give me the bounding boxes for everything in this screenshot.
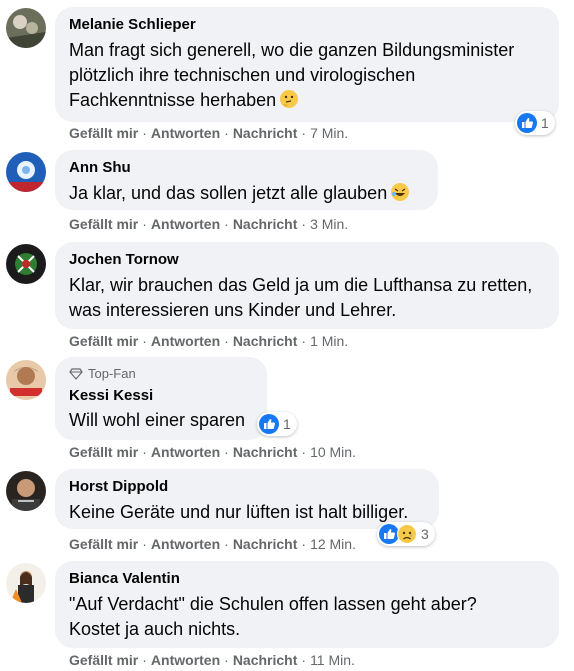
comment-author[interactable]: Melanie Schlieper bbox=[69, 15, 545, 35]
comment-author[interactable]: Horst Dippold bbox=[69, 477, 425, 497]
reply-button[interactable]: Antworten bbox=[151, 444, 220, 460]
comment-actions: Gefällt mir · Antworten · Nachricht · 7 Min. bbox=[69, 125, 349, 141]
comment-bubble: Jochen Tornow Klar, wir brauchen das Gel… bbox=[55, 242, 559, 329]
timestamp[interactable]: 12 Min. bbox=[310, 536, 356, 552]
comment-author[interactable]: Ann Shu bbox=[69, 158, 424, 178]
comment-author[interactable]: Jochen Tornow bbox=[69, 250, 545, 270]
top-fan-badge: Top-Fan bbox=[69, 366, 253, 382]
diamond-icon bbox=[69, 368, 83, 380]
comment-bubble: Melanie Schlieper Man fragt sich generel… bbox=[55, 7, 559, 122]
avatar[interactable] bbox=[6, 360, 46, 400]
comment-actions: Gefällt mir · Antworten · Nachricht · 10 Min. bbox=[69, 444, 356, 460]
comment-author[interactable]: Bianca Valentin bbox=[69, 569, 545, 589]
like-icon bbox=[259, 414, 279, 434]
avatar[interactable] bbox=[6, 152, 46, 192]
message-button[interactable]: Nachricht bbox=[233, 216, 298, 232]
comment-actions: Gefällt mir · Antworten · Nachricht · 3 Min. bbox=[69, 216, 349, 232]
comment-text: "Auf Verdacht" die Schulen offen lassen … bbox=[69, 594, 477, 639]
like-button[interactable]: Gefällt mir bbox=[69, 444, 138, 460]
avatar[interactable] bbox=[6, 563, 46, 603]
like-button[interactable]: Gefällt mir bbox=[69, 125, 138, 141]
like-icon bbox=[379, 524, 399, 544]
timestamp[interactable]: 7 Min. bbox=[310, 125, 348, 141]
thinking-face-icon bbox=[280, 90, 299, 108]
message-button[interactable]: Nachricht bbox=[233, 536, 298, 552]
comment-text: Will wohl einer sparen bbox=[69, 410, 246, 430]
comment-text: Klar, wir brauchen das Geld ja um die Lu… bbox=[69, 275, 533, 320]
reaction-summary[interactable]: 1 bbox=[257, 412, 297, 436]
message-button[interactable]: Nachricht bbox=[233, 444, 298, 460]
timestamp[interactable]: 1 Min. bbox=[310, 333, 348, 349]
reaction-count: 1 bbox=[283, 416, 291, 432]
comment-actions: Gefällt mir · Antworten · Nachricht · 12 Min. bbox=[69, 536, 356, 552]
reaction-count: 3 bbox=[421, 526, 429, 542]
reaction-count: 1 bbox=[541, 115, 549, 131]
message-button[interactable]: Nachricht bbox=[233, 652, 298, 668]
like-button[interactable]: Gefällt mir bbox=[69, 216, 138, 232]
avatar[interactable] bbox=[6, 8, 46, 48]
reaction-summary[interactable]: 1 bbox=[515, 111, 555, 135]
comment-author[interactable]: Kessi Kessi bbox=[69, 386, 253, 406]
avatar[interactable] bbox=[6, 471, 46, 511]
reply-button[interactable]: Antworten bbox=[151, 333, 220, 349]
message-button[interactable]: Nachricht bbox=[233, 125, 298, 141]
reply-button[interactable]: Antworten bbox=[151, 216, 220, 232]
timestamp[interactable]: 10 Min. bbox=[310, 444, 356, 460]
reply-button[interactable]: Antworten bbox=[151, 652, 220, 668]
comment-actions: Gefällt mir · Antworten · Nachricht · 1 Min. bbox=[69, 333, 349, 349]
like-button[interactable]: Gefällt mir bbox=[69, 333, 138, 349]
message-button[interactable]: Nachricht bbox=[233, 333, 298, 349]
comment-bubble: Top-Fan Kessi Kessi Will wohl einer spar… bbox=[55, 357, 267, 440]
avatar[interactable] bbox=[6, 244, 46, 284]
comment-bubble: Horst Dippold Keine Geräte und nur lüfte… bbox=[55, 469, 439, 529]
like-icon bbox=[517, 113, 537, 133]
comment-bubble: Bianca Valentin "Auf Verdacht" die Schul… bbox=[55, 561, 559, 648]
comment-text: Man fragt sich generell, wo die ganzen B… bbox=[69, 40, 515, 110]
reply-button[interactable]: Antworten bbox=[151, 125, 220, 141]
rolling-laughing-icon bbox=[391, 183, 410, 201]
like-button[interactable]: Gefällt mir bbox=[69, 652, 138, 668]
comment-text: Ja klar, und das sollen jetzt alle glaub… bbox=[69, 181, 424, 206]
like-button[interactable]: Gefällt mir bbox=[69, 536, 138, 552]
comment-bubble: Ann Shu Ja klar, und das sollen jetzt al… bbox=[55, 150, 438, 210]
comment-text: Keine Geräte und nur lüften ist halt bil… bbox=[69, 502, 409, 522]
sad-face-icon bbox=[397, 524, 417, 544]
comment-actions: Gefällt mir · Antworten · Nachricht · 11 Min. bbox=[69, 652, 355, 668]
timestamp[interactable]: 3 Min. bbox=[310, 216, 348, 232]
reply-button[interactable]: Antworten bbox=[151, 536, 220, 552]
reaction-summary[interactable]: 3 bbox=[377, 522, 435, 546]
timestamp[interactable]: 11 Min. bbox=[310, 652, 355, 668]
